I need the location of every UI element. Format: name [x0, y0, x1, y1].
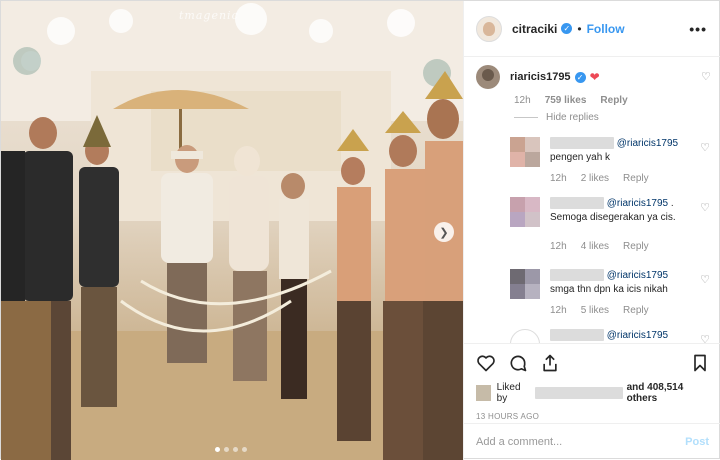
comment-time: 12h	[514, 95, 531, 106]
hide-replies-label: Hide replies	[546, 112, 599, 123]
comment-item: riaricis1795 ✓ ❤ ♡ 12h 759 likes Reply H…	[476, 65, 712, 123]
redacted-username	[550, 269, 604, 282]
hide-replies-button[interactable]: Hide replies	[514, 112, 712, 123]
reply-avatar[interactable]	[510, 137, 540, 167]
likes-summary: Liked by and 408,514 others	[476, 382, 709, 404]
mention-link[interactable]: @riaricis1795	[607, 270, 668, 281]
reply-button[interactable]: Reply	[623, 241, 649, 252]
mention-link[interactable]: @riaricis1795	[617, 138, 678, 149]
bookmark-icon[interactable]	[691, 353, 709, 373]
next-photo-button[interactable]: ❯	[434, 222, 454, 242]
header-separator: •	[577, 21, 582, 36]
instagram-post: tmagenic ❯ citraciki ✓ • Follow ••• riar…	[0, 0, 720, 460]
reply-item: @riaricis1795 smga thn dpn ka icis nikah…	[510, 269, 710, 316]
post-actions: Liked by and 408,514 others 13 HOURS AGO	[464, 343, 720, 421]
reply-likes[interactable]: 2 likes	[581, 173, 609, 184]
verified-badge-icon: ✓	[574, 71, 586, 83]
verified-badge-icon: ✓	[561, 23, 573, 34]
reply-avatar[interactable]	[510, 329, 540, 343]
like-heart-icon[interactable]	[476, 353, 496, 373]
reply-item: @riaricis1795 . Semoga disegerakan ya ci…	[510, 197, 710, 252]
reply-meta: 12h 2 likes Reply	[550, 173, 710, 184]
reply-button[interactable]: Reply	[623, 305, 649, 316]
reply-meta: 12h 4 likes Reply	[550, 241, 710, 252]
reply-text: @riaricis1795 pengen yah k	[550, 137, 690, 167]
redacted-username	[550, 197, 604, 210]
redacted-username	[550, 329, 604, 342]
comments-list[interactable]: riaricis1795 ✓ ❤ ♡ 12h 759 likes Reply H…	[464, 57, 720, 343]
commenter-username[interactable]: riaricis1795	[510, 71, 571, 83]
carousel-dot-active	[215, 447, 220, 452]
post-sidebar: citraciki ✓ • Follow ••• riaricis1795 ✓ …	[463, 1, 720, 460]
comment-likes[interactable]: 759 likes	[545, 95, 587, 106]
reply-time: 12h	[550, 173, 567, 184]
follow-button[interactable]: Follow	[587, 22, 625, 36]
liked-by-label: Liked by	[496, 382, 521, 404]
reply-text: @riaricis1795	[550, 329, 690, 343]
carousel-dot	[233, 447, 238, 452]
like-reply-heart-icon[interactable]: ♡	[700, 273, 710, 286]
reply-time: 12h	[550, 305, 567, 316]
reply-likes[interactable]: 4 likes	[581, 241, 609, 252]
wedding-scene-illustration	[1, 1, 463, 460]
action-icons	[476, 352, 709, 374]
comment-bubble-icon[interactable]	[508, 353, 528, 373]
post-header: citraciki ✓ • Follow •••	[464, 1, 720, 57]
reply-item: @riaricis1795 pengen yah k ♡ 12h 2 likes…	[510, 137, 710, 184]
author-username[interactable]: citraciki	[512, 22, 557, 36]
post-photo[interactable]: tmagenic ❯	[1, 1, 463, 460]
chevron-right-icon: ❯	[439, 226, 449, 239]
like-reply-heart-icon[interactable]: ♡	[700, 141, 710, 154]
reply-content: smga thn dpn ka icis nikah	[550, 284, 668, 295]
share-upload-icon[interactable]	[540, 353, 560, 373]
likes-count-link[interactable]: and 408,514 others	[627, 382, 709, 404]
add-comment-input[interactable]	[476, 436, 666, 448]
reply-item: @riaricis1795 ♡	[510, 329, 710, 343]
reply-time: 12h	[550, 241, 567, 252]
redacted-username	[550, 137, 614, 150]
reply-text: @riaricis1795 . Semoga disegerakan ya ci…	[550, 197, 690, 227]
reply-text: @riaricis1795 smga thn dpn ka icis nikah	[550, 269, 690, 299]
carousel-indicator	[215, 447, 247, 452]
reply-content: pengen yah k	[550, 152, 611, 163]
like-reply-heart-icon[interactable]: ♡	[700, 201, 710, 214]
like-comment-heart-icon[interactable]: ♡	[701, 71, 712, 83]
reply-meta: 12h 5 likes Reply	[550, 305, 710, 316]
comment-meta: 12h 759 likes Reply	[514, 95, 712, 106]
reply-content: Semoga disegerakan ya cis.	[550, 212, 676, 223]
red-heart-emoji-icon: ❤	[589, 70, 600, 84]
more-options-icon[interactable]: •••	[689, 21, 707, 37]
reply-avatar[interactable]	[510, 197, 540, 227]
commenter-avatar[interactable]	[476, 65, 500, 89]
reply-button[interactable]: Reply	[600, 95, 627, 106]
add-comment-bar: Post	[464, 423, 720, 460]
author-avatar[interactable]	[476, 15, 502, 42]
mention-link[interactable]: @riaricis1795	[607, 330, 668, 341]
reply-suffix: .	[670, 198, 674, 209]
liker-avatar[interactable]	[476, 385, 491, 401]
redacted-liker-username[interactable]	[534, 387, 623, 399]
photo-watermark: tmagenic	[179, 9, 239, 22]
mention-link[interactable]: @riaricis1795	[607, 198, 668, 209]
post-timestamp[interactable]: 13 HOURS AGO	[476, 412, 709, 421]
like-reply-heart-icon[interactable]: ♡	[700, 333, 710, 343]
reply-likes[interactable]: 5 likes	[581, 305, 609, 316]
reply-button[interactable]: Reply	[623, 173, 649, 184]
carousel-dot	[224, 447, 229, 452]
reply-avatar[interactable]	[510, 269, 540, 299]
carousel-dot	[242, 447, 247, 452]
post-comment-button[interactable]: Post	[685, 436, 709, 448]
